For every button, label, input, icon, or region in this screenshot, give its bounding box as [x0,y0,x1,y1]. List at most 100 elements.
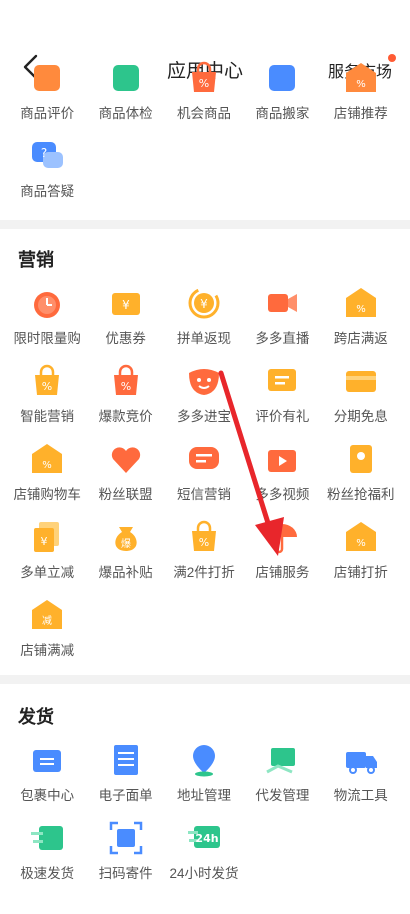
truck-icon [345,752,377,774]
app-tile[interactable]: % 爆款竞价 [86,363,164,441]
app-tile[interactable]: % 智能营销 [8,363,86,441]
move-icon [269,65,296,91]
app-tile-label: 极速发货 [20,866,75,881]
app-tile-label: 爆款竞价 [98,409,153,424]
app-tile-label: 短信营销 [176,487,231,502]
app-tile[interactable]: 扫码寄件 [86,820,164,898]
app-tile[interactable]: ¥ 多单立减 [8,519,86,597]
app-tile[interactable]: 包裹中心 [8,742,86,820]
svg-text:%: % [356,304,366,315]
svg-text:¥: ¥ [122,298,130,312]
app-tile-label: 满2件打折 [173,565,235,580]
app-tile[interactable]: 限时限量购 [8,285,86,363]
app-tile[interactable]: 粉丝抢福利 [322,441,400,519]
svg-text:¥: ¥ [200,297,208,311]
star-comment-icon [34,65,61,91]
app-tile[interactable]: % 店铺打折 [322,519,400,597]
app-tile[interactable]: ¥ 拼单返现 [165,285,243,363]
app-tile-label: 分期免息 [333,409,388,424]
app-tile[interactable]: 多多进宝 [165,363,243,441]
app-tile[interactable]: 短信营销 [165,441,243,519]
package-icon [33,750,62,772]
svg-text:%: % [120,380,130,393]
app-tile[interactable]: 极速发货 [8,820,86,898]
app-tile-label: 优惠券 [105,331,146,346]
app-tile[interactable]: 代发管理 [243,742,321,820]
app-tile[interactable]: 商品评价 [8,60,86,138]
app-tile-label: 跨店满返 [333,331,388,346]
marketing-grid: 限时限量购 ¥ 优惠券 ¥ 拼单返现 多多直播% 跨店满返% 智能营销% 爆款竞价 多多进宝 评价有… [0,285,410,675]
app-tile[interactable]: 分期免息 [322,363,400,441]
app-tile[interactable]: 地址管理 [165,742,243,820]
app-tile[interactable]: 店铺服务 [243,519,321,597]
app-tile-label: 限时限量购 [13,331,81,346]
app-tile-label: 包裹中心 [20,788,75,803]
umbrella-icon [267,524,298,554]
app-tile-label: 代发管理 [255,788,310,803]
app-tile-label: 店铺购物车 [13,487,81,502]
coupon-icon: ¥ [111,293,140,315]
app-tile-label: 爆品补贴 [98,565,153,580]
app-tile[interactable]: 减店铺满减 [8,597,86,675]
red-packet-icon [349,445,372,473]
app-tile-label: 多多进宝 [176,409,231,424]
discount-bag-icon: % [191,520,216,551]
cashback-coin-icon: ¥ [188,287,220,319]
app-tile-label: 商品体检 [98,106,153,121]
svg-text:¥: ¥ [41,535,48,548]
shop-discount-icon: % [345,522,376,551]
svg-text:?: ? [41,146,47,160]
app-tile-label: 拼单返现 [176,331,231,346]
app-tile-label: 地址管理 [176,788,231,803]
app-tile[interactable]: 商品搬家 [243,60,321,138]
app-tile-label: 粉丝抢福利 [327,487,395,502]
app-tile-label: 店铺推荐 [333,106,388,121]
app-tile[interactable]: 评价有礼 [243,363,321,441]
app-tile-label: 商品答疑 [20,184,75,199]
app-tile[interactable]: % 机会商品 [165,60,243,138]
app-tile[interactable]: 多多直播 [243,285,321,363]
check-icon [112,65,139,91]
shipping-section: 发货 包裹中心 电子面单 地址管理 代发管理 物流工具 极速发货 扫码寄件 24h 24小时发货 [0,684,410,914]
app-tile-label: 智能营销 [20,409,75,424]
app-tile[interactable]: % 店铺购物车 [8,441,86,519]
svg-text:%: % [42,380,52,393]
app-tile-label: 24小时发货 [169,866,239,881]
app-tile[interactable]: 多多视频 [243,441,321,519]
scan-box-icon [109,821,142,855]
app-tile[interactable]: ? 商品答疑 [8,138,86,216]
svg-text:%: % [199,77,209,90]
multi-order-icon: ¥ [34,522,60,552]
app-tile-label: 多多视频 [255,487,310,502]
app-tile[interactable]: 爆爆品补贴 [86,519,164,597]
review-gift-icon [268,369,297,391]
location-pin-icon [192,745,215,777]
heart-hands-icon [111,447,140,473]
shop-return-icon: % [345,288,376,317]
app-tile[interactable]: 物流工具 [322,742,400,820]
search-bag-icon: % [191,61,216,92]
app-tile-label: 店铺打折 [333,565,388,580]
marketing-title: 营销 [18,250,54,270]
app-tile-label: 物流工具 [333,788,388,803]
product-tools-grid: 商品评价 商品体检% 机会商品 商品搬家% 店铺推荐? 商品答疑 [0,60,410,216]
app-tile[interactable]: % 满2件打折 [165,519,243,597]
app-tile[interactable]: 电子面单 [86,742,164,820]
app-tile-label: 多单立减 [20,565,75,580]
app-tile-label: 店铺满减 [20,643,75,658]
svg-text:24h: 24h [195,832,218,845]
app-tile[interactable]: 商品体检 [86,60,164,138]
trend-bag-icon: % [35,364,60,395]
video-tv-icon [268,450,297,472]
app-tile[interactable]: % 跨店满返 [322,285,400,363]
product-tools-section: 商品评价 商品体检% 机会商品 商品搬家% 店铺推荐? 商品答疑 [0,61,410,220]
money-bag-icon: 爆 [114,527,137,551]
app-tile[interactable]: 24h 24小时发货 [165,820,243,898]
app-tile[interactable]: % 店铺推荐 [322,60,400,138]
alarm-clock-icon [34,292,61,318]
marketing-section: 营销 限时限量购 ¥ 优惠券 ¥ 拼单返现 多多直播% 跨店满返% 智能营销% 爆款竞价 多多进宝… [0,229,410,675]
app-tile[interactable]: ¥ 优惠券 [86,285,164,363]
app-tile[interactable]: 粉丝联盟 [86,441,164,519]
app-tile-label: 扫码寄件 [98,866,153,881]
app-tile-label: 粉丝联盟 [98,487,153,502]
